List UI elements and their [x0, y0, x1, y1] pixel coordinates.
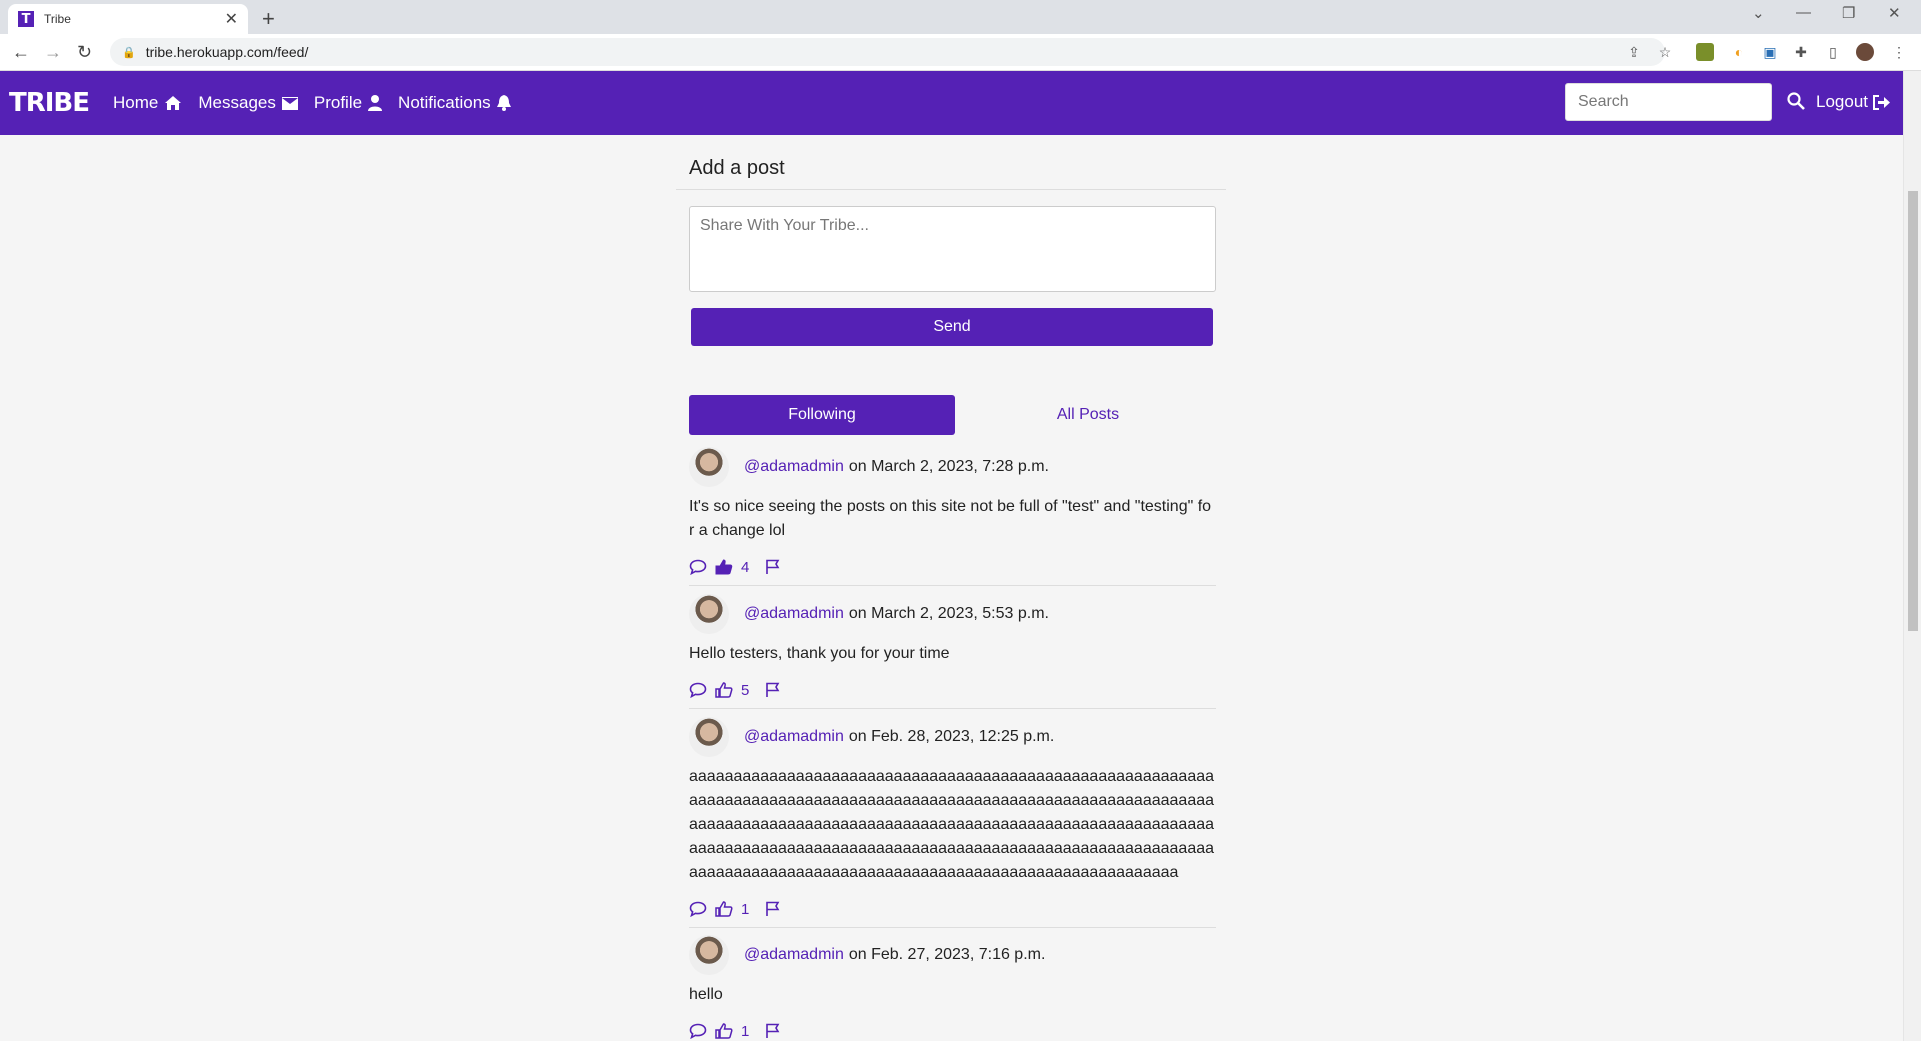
like-count: 1 [741, 1022, 750, 1040]
forward-icon[interactable]: → [44, 42, 62, 63]
tab-all-posts[interactable]: All Posts [955, 395, 1221, 435]
sign-out-icon [1873, 94, 1890, 110]
reload-icon[interactable]: ↻ [77, 42, 92, 63]
comment-icon[interactable] [689, 682, 707, 698]
logout-label: Logout [1816, 92, 1868, 111]
site-navbar: TRIBE Home Messages Profile Notification… [0, 71, 1903, 135]
new-tab-icon[interactable]: + [262, 6, 275, 32]
thumbs-up-icon[interactable] [715, 682, 733, 698]
flag-icon[interactable] [765, 901, 781, 917]
url-text: tribe.herokuapp.com/feed/ [145, 44, 309, 60]
tab-search-icon[interactable]: ⌄ [1752, 4, 1765, 22]
share-icon[interactable]: ⇪ [1625, 43, 1643, 61]
browser-tab[interactable]: T Tribe ✕ [8, 4, 248, 34]
post-username[interactable]: @adamadmin [744, 605, 844, 623]
lock-icon: 🔒 [122, 46, 136, 59]
address-toolbar: ← → ↻ 🔒 tribe.herokuapp.com/feed/ ⇪ ☆ ◐ … [0, 34, 1921, 71]
divider [676, 189, 1226, 190]
extensions-puzzle-icon[interactable]: ✚ [1792, 43, 1810, 61]
divider [689, 927, 1216, 928]
logout-button[interactable]: Logout [1816, 92, 1890, 112]
menu-dots-icon[interactable]: ⋮ [1890, 43, 1908, 61]
brand-logo[interactable]: TRIBE [9, 88, 90, 118]
post-textarea[interactable]: Share With Your Tribe... [689, 206, 1216, 292]
post-body: aaaaaaaaaaaaaaaaaaaaaaaaaaaaaaaaaaaaaaaa… [689, 768, 1215, 881]
like-count: 4 [741, 558, 750, 576]
avatar[interactable] [689, 594, 729, 634]
close-tab-icon[interactable]: ✕ [225, 9, 238, 29]
back-icon[interactable]: ← [12, 42, 30, 63]
minimize-icon[interactable]: — [1796, 4, 1811, 21]
comment-icon[interactable] [689, 559, 707, 575]
nav-notifications[interactable]: Notifications [398, 93, 511, 113]
page-scrollbar[interactable] [1903, 71, 1921, 1041]
post-date: on March 2, 2023, 5:53 p.m. [848, 605, 1049, 622]
post-username[interactable]: @adamadmin [744, 458, 844, 476]
search-input[interactable]: Search [1565, 83, 1772, 121]
url-field[interactable]: 🔒 tribe.herokuapp.com/feed/ [110, 38, 1665, 66]
window-close-icon[interactable]: ✕ [1888, 4, 1901, 22]
divider [689, 708, 1216, 709]
avatar[interactable] [689, 447, 729, 487]
flag-icon[interactable] [765, 1023, 781, 1039]
like-count: 1 [741, 900, 750, 918]
nav-messages-label: Messages [198, 93, 276, 112]
nav-notifications-label: Notifications [398, 93, 491, 112]
divider [689, 585, 1216, 586]
thumbs-up-filled-icon[interactable] [715, 559, 733, 575]
profile-avatar-icon[interactable] [1856, 43, 1874, 61]
post-item: @adamadmin on Feb. 28, 2023, 12:25 p.m. … [689, 717, 1216, 928]
comment-icon[interactable] [689, 1023, 707, 1039]
bookmark-star-icon[interactable]: ☆ [1656, 43, 1674, 61]
flag-icon[interactable] [765, 682, 781, 698]
user-icon [368, 95, 383, 111]
tab-following[interactable]: Following [689, 395, 955, 435]
post-item: @adamadmin on Feb. 27, 2023, 7:16 p.m. h… [689, 935, 1216, 1041]
post-date: on Feb. 28, 2023, 12:25 p.m. [848, 728, 1055, 745]
bell-icon [496, 95, 511, 111]
post-body: Hello testers, thank you for your time [689, 645, 950, 662]
browser-tab-strip: T Tribe ✕ + ⌄ — ❐ ✕ [0, 0, 1921, 34]
flag-icon[interactable] [765, 559, 781, 575]
thumbs-up-icon[interactable] [715, 1023, 733, 1039]
avatar[interactable] [689, 935, 729, 975]
home-icon [165, 96, 182, 110]
post-item: @adamadmin on March 2, 2023, 5:53 p.m. H… [689, 594, 1216, 709]
restore-icon[interactable]: ❐ [1842, 4, 1855, 22]
like-count: 5 [741, 681, 750, 699]
tab-title: Tribe [44, 12, 71, 26]
avatar[interactable] [689, 717, 729, 757]
thumbs-up-icon[interactable] [715, 901, 733, 917]
nav-messages[interactable]: Messages [198, 93, 298, 113]
post-body: hello [689, 986, 723, 1003]
side-panel-icon[interactable]: ▯ [1824, 43, 1842, 61]
nav-home[interactable]: Home [113, 93, 182, 113]
comment-icon[interactable] [689, 901, 707, 917]
post-username[interactable]: @adamadmin [744, 728, 844, 746]
post-username[interactable]: @adamadmin [744, 946, 844, 964]
nav-home-label: Home [113, 93, 159, 112]
envelope-icon [281, 96, 298, 110]
add-post-title: Add a post [689, 157, 785, 179]
post-body: It's so nice seeing the posts on this si… [689, 498, 1212, 539]
send-button[interactable]: Send [691, 308, 1213, 346]
scrollbar-thumb[interactable] [1908, 191, 1918, 631]
extension-screen-icon[interactable]: ▣ [1761, 43, 1779, 61]
post-date: on March 2, 2023, 7:28 p.m. [848, 458, 1049, 475]
nav-profile-label: Profile [313, 93, 363, 112]
search-icon[interactable] [1787, 92, 1805, 115]
extension-c-icon[interactable]: ◐ [1730, 43, 1748, 61]
nav-profile[interactable]: Profile [313, 93, 383, 113]
extension-icon[interactable] [1696, 43, 1714, 61]
tribe-favicon-icon: T [18, 11, 34, 27]
post-date: on Feb. 27, 2023, 7:16 p.m. [848, 946, 1046, 963]
post-item: @adamadmin on March 2, 2023, 7:28 p.m. I… [689, 447, 1216, 586]
